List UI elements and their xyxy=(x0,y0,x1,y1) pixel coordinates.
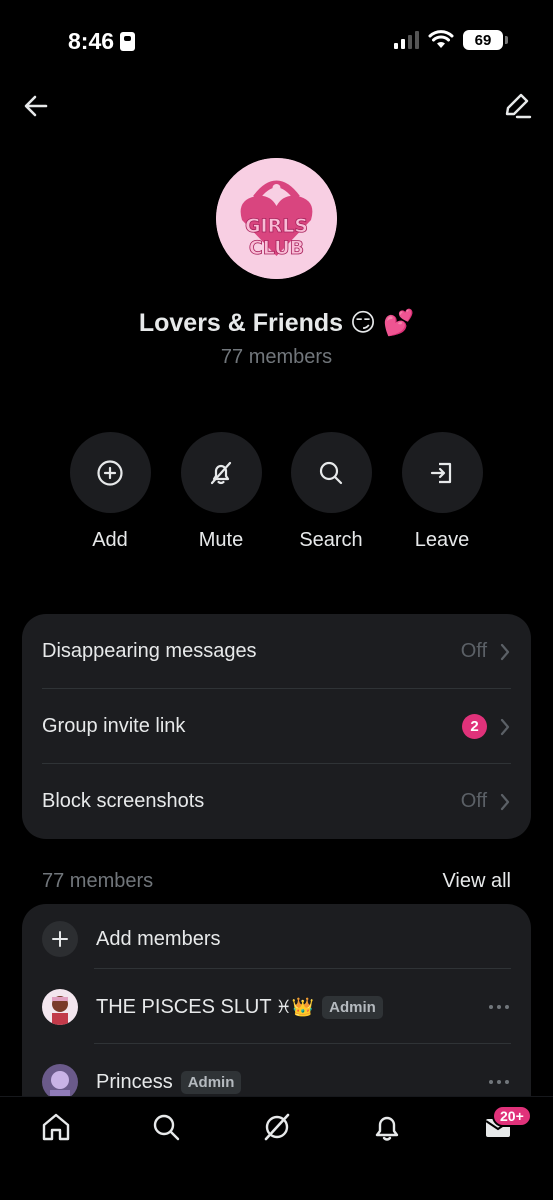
disappearing-messages-value: Off xyxy=(460,640,487,662)
leave-label: Leave xyxy=(414,529,470,551)
search-icon xyxy=(319,461,343,484)
divider xyxy=(94,1043,511,1044)
mute-button-circle[interactable] xyxy=(180,432,262,513)
wifi-icon xyxy=(428,30,454,48)
grok-icon[interactable] xyxy=(261,1111,293,1143)
status-bar: 8:46 69 xyxy=(0,0,553,84)
search-button-circle[interactable] xyxy=(290,432,372,513)
plus-icon xyxy=(52,931,68,947)
member-name: Princess xyxy=(96,1070,173,1093)
add-members-circle xyxy=(42,921,78,957)
disappearing-messages-label: Disappearing messages xyxy=(42,640,257,662)
add-members-row[interactable]: Add members xyxy=(42,904,511,974)
group-invite-link-row[interactable]: Group invite link 2 xyxy=(42,689,511,764)
bell-off-icon xyxy=(210,461,232,484)
add-members-label: Add members xyxy=(96,927,221,950)
back-button[interactable] xyxy=(20,90,52,122)
girls-club-logo: GIRLS CLUB xyxy=(216,158,337,279)
pencil-icon xyxy=(505,93,532,119)
bell-icon[interactable] xyxy=(371,1111,403,1143)
bottom-nav: 20+ xyxy=(0,1096,553,1200)
disappearing-messages-row[interactable]: Disappearing messages Off xyxy=(42,614,511,689)
divider xyxy=(94,968,511,969)
edit-button[interactable] xyxy=(501,90,533,122)
avatar[interactable] xyxy=(42,989,78,1025)
battery-icon: 69 xyxy=(463,30,508,50)
member-avatar-image xyxy=(42,1064,78,1100)
svg-text:CLUB: CLUB xyxy=(249,237,304,259)
members-count-label: 77 members xyxy=(42,870,154,892)
svg-text:GIRLS: GIRLS xyxy=(245,215,308,237)
chevron-right-icon xyxy=(500,718,510,735)
mute-button[interactable]: Mute xyxy=(166,432,276,552)
dm-count-badge: 20+ xyxy=(492,1105,532,1127)
id-card-icon xyxy=(120,32,136,51)
add-button-circle[interactable] xyxy=(69,432,151,513)
leave-button[interactable]: Leave xyxy=(387,432,497,552)
admin-badge: Admin xyxy=(322,995,383,1019)
leave-icon xyxy=(430,462,452,483)
more-options-icon[interactable] xyxy=(487,1072,511,1092)
invite-count-badge: 2 xyxy=(462,714,487,739)
mute-label: Mute xyxy=(198,529,244,551)
admin-badge: Admin xyxy=(180,1070,242,1094)
group-member-count: 77 members xyxy=(220,346,333,368)
status-time: 8:46 xyxy=(68,28,136,55)
members-header: 77 members View all xyxy=(42,870,511,893)
add-button[interactable]: Add xyxy=(55,432,165,552)
more-options-icon[interactable] xyxy=(487,997,511,1017)
battery-level: 69 xyxy=(474,31,492,49)
block-screenshots-label: Block screenshots xyxy=(42,790,205,812)
block-screenshots-row[interactable]: Block screenshots Off xyxy=(42,764,511,839)
group-invite-link-label: Group invite link xyxy=(42,715,186,737)
avatar[interactable] xyxy=(42,1064,78,1100)
signal-icon xyxy=(394,31,419,49)
members-card: Add members THE PISCES SLUT ♓👑 Admin Pri… xyxy=(22,904,531,1104)
member-avatar-image xyxy=(42,989,78,1025)
group-name: Lovers & Friends 😏 💕 xyxy=(138,309,415,337)
status-indicators: 69 xyxy=(394,30,508,50)
arrow-left-icon xyxy=(24,95,48,117)
block-screenshots-value: Off xyxy=(460,790,487,812)
group-avatar[interactable]: GIRLS CLUB xyxy=(216,158,337,279)
search-icon[interactable] xyxy=(150,1111,182,1143)
member-name: THE PISCES SLUT xyxy=(96,995,272,1018)
member-emoji: ♓👑 xyxy=(275,996,315,1018)
leave-button-circle[interactable] xyxy=(401,432,483,513)
status-time-text: 8:46 xyxy=(68,28,115,54)
search-button[interactable]: Search xyxy=(276,432,386,552)
member-row[interactable]: THE PISCES SLUT ♓👑 Admin xyxy=(42,972,511,1042)
chevron-right-icon xyxy=(500,643,510,660)
view-all-link[interactable]: View all xyxy=(442,870,511,893)
chevron-right-icon xyxy=(500,793,510,810)
add-label: Add xyxy=(92,529,128,551)
plus-circle-icon xyxy=(97,459,123,486)
search-label: Search xyxy=(299,529,363,551)
settings-card: Disappearing messages Off Group invite l… xyxy=(22,614,531,839)
home-icon[interactable] xyxy=(40,1111,72,1143)
